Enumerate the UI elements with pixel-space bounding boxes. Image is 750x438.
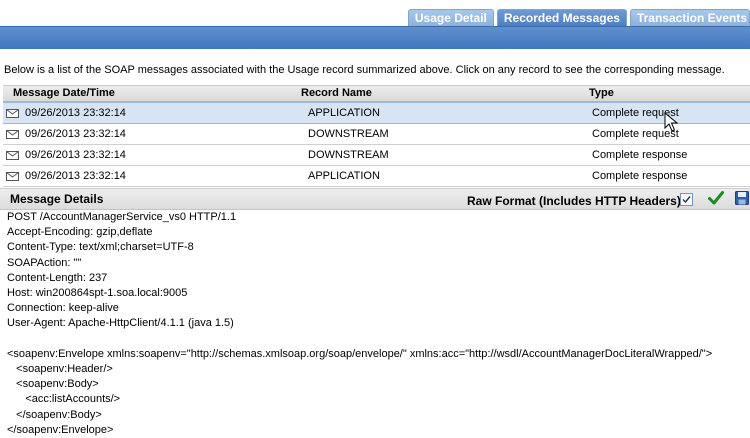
cell-record-name: APPLICATION — [308, 170, 380, 182]
cell-datetime: 09/26/2013 23:32:14 — [25, 107, 126, 119]
mouse-cursor-icon — [664, 112, 678, 132]
envelope-icon — [6, 130, 19, 139]
message-details-bar: Message Details Raw Format (Includes HTT… — [0, 188, 750, 210]
message-line: User-Agent: Apache-HttpClient/4.1.1 (jav… — [7, 317, 234, 330]
message-content: POST /AccountManagerService_vs0 HTTP/1.1… — [7, 210, 747, 438]
envelope-icon — [6, 151, 19, 160]
cell-type: Complete response — [592, 170, 688, 182]
message-line: POST /AccountManagerService_vs0 HTTP/1.1 — [7, 211, 237, 223]
table-row[interactable]: 09/26/2013 23:32:14 DOWNSTREAM Complete … — [3, 145, 750, 166]
message-details-title: Message Details — [10, 192, 104, 206]
checkbox-check-icon — [682, 196, 691, 204]
message-line: <acc:listAccounts/> — [7, 393, 121, 406]
table-row[interactable]: 09/26/2013 23:32:14 DOWNSTREAM Complete … — [3, 124, 750, 145]
cell-record-name: DOWNSTREAM — [308, 128, 389, 140]
tab-usage-detail[interactable]: Usage Detail — [407, 9, 494, 27]
message-line: <soapenv:Header/> — [7, 363, 113, 376]
raw-format-checkbox[interactable] — [680, 193, 693, 206]
message-line: Content-Length: 237 — [7, 271, 108, 284]
column-header-record-name[interactable]: Record Name — [301, 87, 372, 99]
message-line: Accept-Encoding: gzip,deflate — [7, 226, 153, 239]
envelope-icon — [6, 109, 19, 118]
cell-type: Complete response — [592, 149, 688, 161]
table-row[interactable]: 09/26/2013 23:32:14 APPLICATION Complete… — [3, 166, 750, 187]
column-header-datetime[interactable]: Message Date/Time — [13, 87, 115, 99]
checkmark-icon[interactable] — [708, 191, 724, 205]
messages-table: Message Date/Time Record Name Type 09/26… — [3, 85, 750, 187]
section-header-bar — [0, 26, 750, 49]
floppy-disk-icon[interactable] — [735, 191, 749, 205]
raw-format-label: Raw Format (Includes HTTP Headers): — [467, 194, 685, 208]
message-line: Host: win200864spt-1.soa.local:9005 — [7, 287, 188, 300]
table-header: Message Date/Time Record Name Type — [3, 85, 750, 102]
message-line: SOAPAction: "" — [7, 256, 82, 269]
tab-strip: Usage Detail Recorded Messages Transacti… — [407, 9, 750, 27]
tab-transaction-events[interactable]: Transaction Events — [629, 9, 750, 27]
message-line: Content-Type: text/xml;charset=UTF-8 — [7, 241, 194, 254]
message-line: </soapenv:Body> — [7, 408, 102, 421]
intro-text: Below is a list of the SOAP messages ass… — [4, 64, 725, 76]
envelope-icon — [6, 172, 19, 181]
message-line: <soapenv:Envelope xmlns:soapenv="http://… — [7, 347, 713, 360]
cell-datetime: 09/26/2013 23:32:14 — [25, 128, 126, 140]
table-row[interactable]: 09/26/2013 23:32:14 APPLICATION Complete… — [3, 102, 750, 124]
tab-recorded-messages[interactable]: Recorded Messages — [496, 9, 627, 27]
message-line: Connection: keep-alive — [7, 302, 119, 315]
column-header-type[interactable]: Type — [589, 87, 614, 99]
cell-datetime: 09/26/2013 23:32:14 — [25, 149, 126, 161]
cell-record-name: DOWNSTREAM — [308, 149, 389, 161]
cell-record-name: APPLICATION — [308, 107, 380, 119]
cell-datetime: 09/26/2013 23:32:14 — [25, 170, 126, 182]
message-line: <soapenv:Body> — [7, 378, 99, 391]
